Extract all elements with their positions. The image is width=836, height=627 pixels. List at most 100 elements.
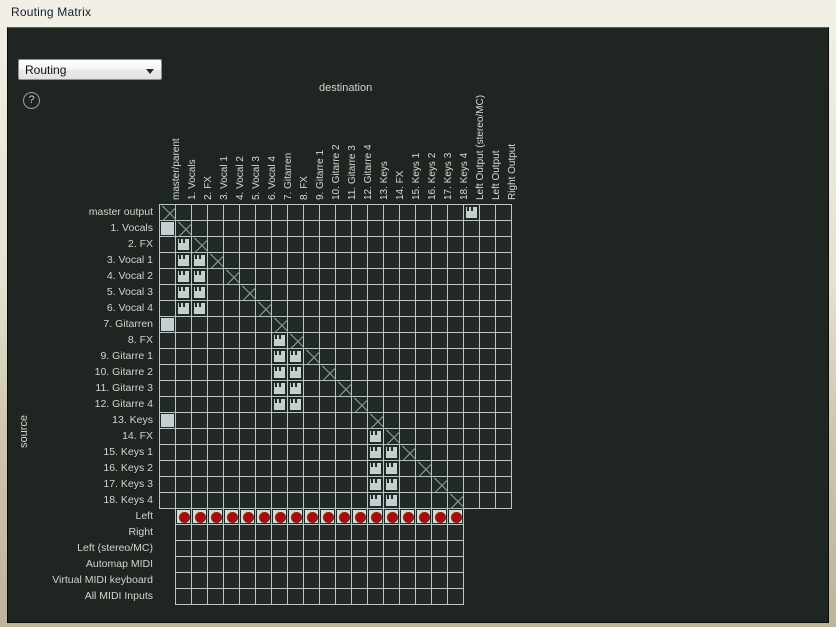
matrix-cell[interactable]: [496, 301, 512, 317]
matrix-cell[interactable]: [160, 397, 176, 413]
matrix-cell[interactable]: [288, 333, 304, 349]
matrix-cell[interactable]: [416, 589, 432, 605]
matrix-cell[interactable]: [192, 221, 208, 237]
matrix-cell[interactable]: [240, 365, 256, 381]
matrix-cell[interactable]: [240, 557, 256, 573]
matrix-cell[interactable]: [304, 541, 320, 557]
matrix-cell[interactable]: [464, 493, 480, 509]
matrix-cell[interactable]: [320, 525, 336, 541]
matrix-cell[interactable]: [448, 493, 464, 509]
matrix-cell[interactable]: [208, 445, 224, 461]
matrix-cell[interactable]: [496, 253, 512, 269]
matrix-cell[interactable]: [272, 349, 288, 365]
matrix-cell[interactable]: [176, 317, 192, 333]
matrix-cell[interactable]: [240, 413, 256, 429]
matrix-cell[interactable]: [400, 509, 416, 525]
matrix-cell[interactable]: [352, 413, 368, 429]
matrix-cell[interactable]: [336, 525, 352, 541]
matrix-cell[interactable]: [288, 285, 304, 301]
matrix-cell[interactable]: [176, 301, 192, 317]
matrix-cell[interactable]: [240, 397, 256, 413]
matrix-cell[interactable]: [432, 349, 448, 365]
matrix-cell[interactable]: [416, 445, 432, 461]
matrix-cell[interactable]: [256, 573, 272, 589]
matrix-cell[interactable]: [448, 589, 464, 605]
matrix-cell[interactable]: [240, 429, 256, 445]
matrix-cell[interactable]: [400, 557, 416, 573]
matrix-cell[interactable]: [192, 509, 208, 525]
matrix-cell[interactable]: [464, 349, 480, 365]
matrix-cell[interactable]: [176, 557, 192, 573]
matrix-cell[interactable]: [384, 317, 400, 333]
matrix-cell[interactable]: [160, 237, 176, 253]
matrix-cell[interactable]: [480, 413, 496, 429]
matrix-cell[interactable]: [224, 509, 240, 525]
matrix-cell[interactable]: [448, 221, 464, 237]
matrix-cell[interactable]: [320, 541, 336, 557]
matrix-cell[interactable]: [192, 429, 208, 445]
matrix-cell[interactable]: [336, 461, 352, 477]
matrix-cell[interactable]: [336, 301, 352, 317]
matrix-cell[interactable]: [224, 477, 240, 493]
matrix-cell[interactable]: [400, 349, 416, 365]
matrix-cell[interactable]: [368, 349, 384, 365]
matrix-cell[interactable]: [384, 557, 400, 573]
matrix-cell[interactable]: [176, 205, 192, 221]
matrix-cell[interactable]: [256, 493, 272, 509]
matrix-cell[interactable]: [192, 541, 208, 557]
matrix-cell[interactable]: [496, 317, 512, 333]
matrix-cell[interactable]: [400, 541, 416, 557]
matrix-cell[interactable]: [320, 509, 336, 525]
matrix-cell[interactable]: [496, 349, 512, 365]
matrix-cell[interactable]: [368, 573, 384, 589]
matrix-cell[interactable]: [448, 397, 464, 413]
matrix-cell[interactable]: [288, 429, 304, 445]
matrix-cell[interactable]: [432, 269, 448, 285]
matrix-cell[interactable]: [256, 509, 272, 525]
matrix-cell[interactable]: [304, 397, 320, 413]
matrix-cell[interactable]: [384, 205, 400, 221]
matrix-cell[interactable]: [176, 253, 192, 269]
matrix-cell[interactable]: [400, 253, 416, 269]
matrix-cell[interactable]: [400, 237, 416, 253]
matrix-cell[interactable]: [224, 413, 240, 429]
matrix-cell[interactable]: [448, 509, 464, 525]
matrix-cell[interactable]: [256, 397, 272, 413]
matrix-cell[interactable]: [192, 285, 208, 301]
matrix-cell[interactable]: [448, 525, 464, 541]
matrix-cell[interactable]: [160, 445, 176, 461]
matrix-cell[interactable]: [496, 285, 512, 301]
matrix-cell[interactable]: [320, 333, 336, 349]
matrix-cell[interactable]: [272, 509, 288, 525]
matrix-cell[interactable]: [336, 365, 352, 381]
matrix-cell[interactable]: [288, 317, 304, 333]
matrix-cell[interactable]: [464, 333, 480, 349]
matrix-cell[interactable]: [224, 573, 240, 589]
matrix-cell[interactable]: [288, 365, 304, 381]
matrix-cell[interactable]: [208, 237, 224, 253]
matrix-cell[interactable]: [400, 381, 416, 397]
matrix-cell[interactable]: [272, 477, 288, 493]
matrix-cell[interactable]: [400, 365, 416, 381]
matrix-cell[interactable]: [384, 509, 400, 525]
matrix-cell[interactable]: [352, 381, 368, 397]
matrix-cell[interactable]: [224, 461, 240, 477]
matrix-cell[interactable]: [416, 221, 432, 237]
matrix-cell[interactable]: [192, 477, 208, 493]
matrix-cell[interactable]: [480, 221, 496, 237]
matrix-cell[interactable]: [416, 557, 432, 573]
matrix-cell[interactable]: [416, 253, 432, 269]
matrix-cell[interactable]: [304, 237, 320, 253]
matrix-cell[interactable]: [464, 381, 480, 397]
matrix-cell[interactable]: [352, 557, 368, 573]
matrix-cell[interactable]: [304, 589, 320, 605]
matrix-cell[interactable]: [352, 237, 368, 253]
matrix-cell[interactable]: [464, 365, 480, 381]
matrix-cell[interactable]: [464, 477, 480, 493]
matrix-cell[interactable]: [192, 381, 208, 397]
matrix-cell[interactable]: [480, 365, 496, 381]
matrix-cell[interactable]: [432, 477, 448, 493]
matrix-cell[interactable]: [368, 525, 384, 541]
matrix-cell[interactable]: [320, 349, 336, 365]
matrix-cell[interactable]: [432, 541, 448, 557]
